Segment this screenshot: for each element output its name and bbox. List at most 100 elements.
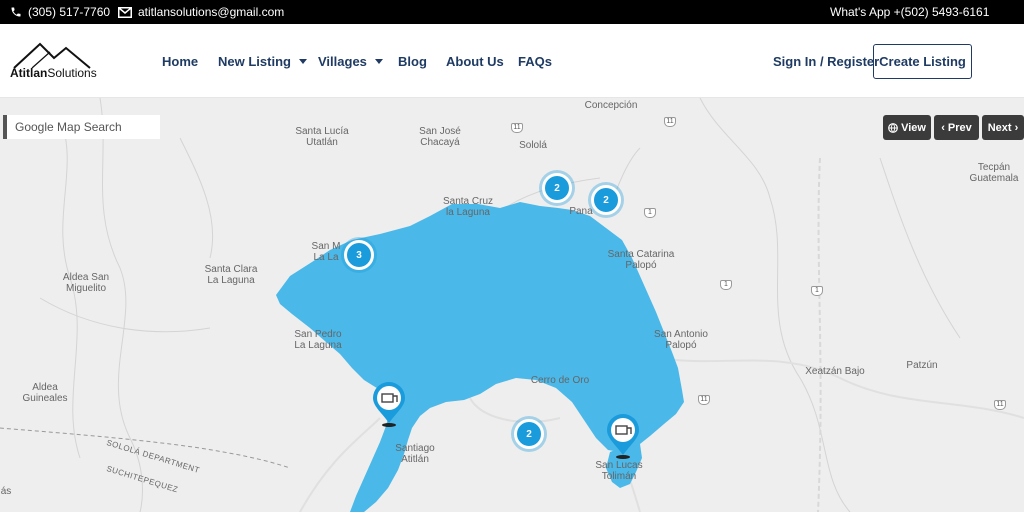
place-santa-cruz: Santa Cruz la Laguna — [443, 196, 493, 218]
phone-contact[interactable]: (305) 517-7760 — [10, 0, 110, 24]
site-header: AtitlanSolutions Home New Listing Villag… — [0, 24, 1024, 98]
place-santa-catarina-line2: Palopó — [625, 260, 657, 271]
place-pana: Pana — [569, 206, 593, 217]
place-aldea-san-line1: Aldea San — [62, 272, 110, 283]
place-santa-cruz-line1: Santa Cruz — [442, 196, 494, 207]
highway-shield: 1 — [811, 286, 823, 296]
highway-shield: 11 — [664, 117, 676, 127]
place-aldea-guineales: Aldea Guineales — [22, 382, 67, 404]
nav-new-listing-label: New Listing — [218, 53, 291, 69]
highway-shield: 1 — [644, 208, 656, 218]
place-san-marcos-line2: La La — [313, 252, 339, 263]
email-address: atitlansolutions@gmail.com — [138, 5, 285, 19]
place-aldea-guineales-line2: Guineales — [22, 393, 68, 404]
nav-blog-label: Blog — [398, 53, 427, 69]
place-santa-catarina: Santa Catarina Palopó — [608, 249, 675, 271]
whatsapp-number: What's App +(502) 5493-6161 — [830, 5, 990, 19]
place-aldea-san-miguelito: Aldea San Miguelito — [63, 272, 109, 294]
contact-bar: (305) 517-7760 atitlansolutions@gmail.co… — [0, 0, 1024, 24]
email-contact[interactable]: atitlansolutions@gmail.com — [118, 0, 284, 24]
place-patzun: Patzún — [906, 360, 938, 371]
nav-faqs[interactable]: FAQs — [518, 24, 552, 98]
listing-cluster[interactable]: 3 — [344, 240, 374, 270]
logo-text-bold: Atitlan — [10, 66, 48, 80]
map-prev-label: Prev — [947, 121, 972, 134]
place-san-antonio: San Antonio Palopó — [654, 329, 708, 351]
highway-shield: 11 — [994, 400, 1006, 410]
map-base — [0, 98, 1024, 512]
listing-pin-icon[interactable] — [605, 412, 641, 460]
place-solola: Sololá — [519, 140, 547, 151]
place-san-lucas-toliman: San Lucas Tolimán — [595, 460, 642, 482]
place-santa-lucia: Santa Lucía Utatlán — [295, 126, 348, 148]
place-santa-lucia-line2: Utatlán — [306, 137, 338, 148]
place-tecpan-line1: Tecpán — [977, 162, 1011, 173]
place-cerro-de-oro: Cerro de Oro — [530, 375, 590, 386]
nav-about[interactable]: About Us — [446, 24, 504, 98]
place-santiago-line1: Santiago — [395, 443, 435, 454]
place-san-marcos: San M La La — [312, 241, 341, 263]
place-san-antonio-line1: San Antonio — [654, 329, 708, 340]
map-search-input[interactable]: Google Map Search — [3, 115, 160, 139]
nav-home[interactable]: Home — [162, 24, 198, 98]
place-santa-clara: Santa Clara La Laguna — [205, 264, 258, 286]
place-san-pedro: San Pedro La Laguna — [294, 329, 341, 351]
nav-home-label: Home — [162, 53, 199, 69]
listing-cluster[interactable]: 2 — [542, 173, 572, 203]
place-tecpan-line2: Guatemala — [969, 173, 1019, 184]
place-aldea-san-line2: Miguelito — [65, 283, 107, 294]
place-santa-lucia-line1: Santa Lucía — [295, 126, 349, 137]
place-san-pedro-line2: La Laguna — [294, 340, 342, 351]
map-next-button[interactable]: Next › — [982, 115, 1024, 140]
nav-blog[interactable]: Blog — [398, 24, 427, 98]
nav-faqs-label: FAQs — [518, 53, 552, 69]
place-santa-catarina-line1: Santa Catarina — [607, 249, 675, 260]
envelope-icon — [118, 6, 132, 18]
chevron-right-icon: › — [1014, 121, 1019, 134]
place-santa-clara-line1: Santa Clara — [204, 264, 258, 275]
place-aldea-guineales-line1: Aldea — [32, 382, 58, 393]
listing-cluster[interactable]: 2 — [514, 419, 544, 449]
nav-new-listing[interactable]: New Listing — [218, 24, 307, 98]
highway-shield: 1 — [720, 280, 732, 290]
logo-text-rest: Solutions — [47, 66, 97, 80]
place-san-jose-line1: San José — [419, 126, 461, 137]
highway-shield: 11 — [698, 395, 710, 405]
place-san-antonio-line2: Palopó — [665, 340, 697, 351]
listing-pin-icon[interactable] — [371, 380, 407, 428]
sign-in-label: Sign In / Register — [773, 53, 880, 69]
chevron-down-icon — [298, 58, 307, 64]
place-xeatzan-bajo: Xeatzán Bajo — [805, 366, 865, 377]
highway-shield: 11 — [511, 123, 523, 133]
place-san-jose: San José Chacayá — [419, 126, 461, 148]
place-santa-cruz-line2: la Laguna — [446, 207, 490, 218]
place-santiago-atitlan: Santiago Atitlán — [395, 443, 434, 465]
nav-about-label: About Us — [446, 53, 504, 69]
map-prev-button[interactable]: ‹ Prev — [934, 115, 979, 140]
phone-icon — [11, 7, 21, 17]
map-view[interactable]: Concepción Santa Lucía Utatlán San José Ch… — [0, 98, 1024, 512]
phone-number: (305) 517-7760 — [28, 5, 111, 19]
place-san-marcos-line1: San M — [311, 241, 341, 252]
map-view-label: View — [901, 121, 926, 134]
map-next-label: Next — [987, 121, 1012, 134]
place-tecpan: Tecpán Guatemala — [970, 162, 1019, 184]
place-san-lucas-line1: San Lucas — [595, 460, 643, 471]
listing-cluster[interactable]: 2 — [591, 185, 621, 215]
chevron-left-icon: ‹ — [941, 121, 945, 134]
globe-icon — [888, 122, 898, 133]
nav-villages-label: Villages — [318, 53, 367, 69]
place-edge-label: ás — [0, 486, 12, 497]
create-listing-button[interactable]: Create Listing — [873, 44, 972, 79]
place-san-pedro-line1: San Pedro — [294, 329, 342, 340]
map-view-button[interactable]: View — [883, 115, 931, 140]
sign-in-link[interactable]: Sign In / Register — [773, 24, 879, 98]
logo-text[interactable]: AtitlanSolutions — [10, 66, 97, 80]
whatsapp-contact[interactable]: What's App +(502) 5493-6161 — [830, 0, 989, 24]
place-san-jose-line2: Chacayá — [420, 137, 460, 148]
place-san-lucas-line2: Tolimán — [601, 471, 637, 482]
place-santiago-line2: Atitlán — [401, 454, 429, 465]
nav-villages[interactable]: Villages — [318, 24, 383, 98]
place-concepcion: Concepción — [584, 100, 638, 111]
chevron-down-icon — [374, 58, 383, 64]
